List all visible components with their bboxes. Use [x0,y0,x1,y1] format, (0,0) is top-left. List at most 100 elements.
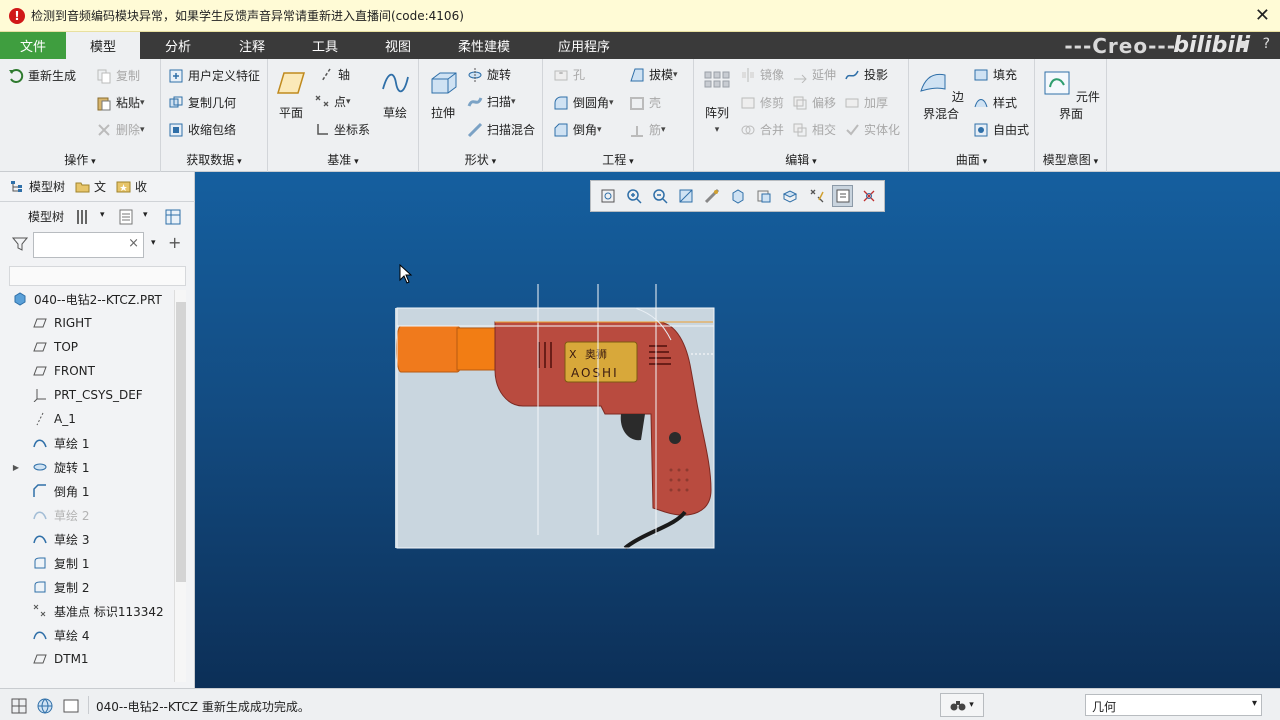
axis-button[interactable]: 轴 [318,66,350,83]
freestyle-button[interactable]: 自由式 [973,121,1029,138]
rib-button[interactable]: 筋 [629,121,666,138]
tree-item[interactable]: 草绘 1 [0,431,175,455]
scrollbar-thumb[interactable] [176,302,186,582]
chamfer-button[interactable]: 倒角 [553,121,602,138]
intersect-button[interactable]: 相交 [792,121,836,138]
tab-favorites[interactable]: 收 [116,178,147,195]
group-title-surfaces[interactable]: 曲面 [909,151,1034,168]
close-icon[interactable]: ✕ [1255,5,1270,26]
tree-item[interactable]: A_1 [0,407,175,431]
tree-item[interactable]: RIGHT [0,311,175,335]
zoom-out-button[interactable] [649,185,671,207]
group-title-operations[interactable]: 操作 [0,151,160,168]
solidify-button[interactable]: 实体化 [844,121,900,138]
grid-icon[interactable] [10,697,28,715]
point-button[interactable]: 点 [314,93,351,110]
trim-button[interactable]: 修剪 [740,94,784,111]
tree-scrollbar[interactable] [174,290,186,682]
sketch-button[interactable]: 草绘 [380,69,410,121]
tree-columns-icon[interactable] [164,208,182,226]
zoom-in-button[interactable] [623,185,645,207]
hole-button[interactable]: 孔 [553,66,585,83]
tree-item[interactable]: 草绘 4 [0,623,175,647]
tab-tools[interactable]: 工具 [288,32,362,59]
filter-icon[interactable] [12,236,28,252]
swept-blend-button[interactable]: 扫描混合 [467,121,535,138]
tree-item[interactable]: ▶ 旋转 1 [0,455,175,479]
regenerate-button[interactable]: 重新生成 [8,67,76,84]
view-manager-button[interactable] [754,185,776,207]
window-icon[interactable] [62,697,80,715]
style-button[interactable]: 样式 [973,94,1017,111]
spin-center-button[interactable] [858,185,880,207]
add-icon[interactable]: + [168,233,181,252]
offset-button[interactable]: 偏移 [792,94,836,111]
tab-file[interactable]: 文件 [0,32,66,59]
shell-button[interactable]: 壳 [629,94,661,111]
group-title-engineering[interactable]: 工程 [543,151,693,168]
selection-filter-button[interactable]: ▾ [940,693,984,717]
component-interface-button[interactable]: 元件界面 [1041,69,1101,122]
tree-item[interactable]: TOP [0,335,175,359]
settings-icon[interactable]: ▪ [1239,36,1249,52]
datum-display-button[interactable] [806,185,828,207]
tree-item[interactable]: 基准点 标识113342 [0,599,175,623]
draft-button[interactable]: 拔模 [629,66,678,83]
refit-button[interactable] [597,185,619,207]
clear-icon[interactable]: × [128,236,139,251]
thicken-button[interactable]: 加厚 [844,94,888,111]
pattern-button[interactable]: 阵列 [702,69,732,135]
tree-item[interactable]: DTM1 [0,647,175,671]
expand-icon[interactable]: ▶ [0,463,32,472]
chevron-down-icon[interactable]: ▾ [151,238,156,248]
tab-applications[interactable]: 应用程序 [534,32,634,59]
browser-icon[interactable] [36,697,54,715]
help-icon[interactable]: ? [1263,36,1270,52]
project-button[interactable]: 投影 [844,66,888,83]
extrude-button[interactable]: 拉伸 [427,69,459,121]
geometry-filter-select[interactable]: 几何 [1085,694,1262,716]
mirror-button[interactable]: 镜像 [740,66,784,83]
sweep-button[interactable]: 扫描 [467,93,516,110]
paste-button[interactable]: 粘贴 [96,94,145,111]
boundary-blend-button[interactable]: 边界混合 [915,69,967,122]
tree-item[interactable]: PRT_CSYS_DEF [0,383,175,407]
tree-item[interactable]: FRONT [0,359,175,383]
annotation-display-button[interactable] [831,185,854,207]
chevron-down-icon[interactable]: ▾ [100,210,105,220]
copy-geometry-button[interactable]: 复制几何 [168,94,236,111]
tree-item[interactable]: 草绘 2 [0,503,175,527]
plane-button[interactable]: 平面 [276,69,306,121]
group-title-get-data[interactable]: 获取数据 [161,151,267,168]
tab-model[interactable]: 模型 [66,32,140,59]
fill-button[interactable]: 填充 [973,66,1017,83]
shrinkwrap-button[interactable]: 收缩包络 [168,121,236,138]
tab-folder-browser[interactable]: 文 [75,178,106,195]
repaint-button[interactable] [675,185,697,207]
tree-item[interactable]: 复制 2 [0,575,175,599]
group-title-model-intent[interactable]: 模型意图 [1035,151,1106,168]
merge-button[interactable]: 合并 [740,121,784,138]
csys-button[interactable]: 坐标系 [314,121,370,138]
settings-icon[interactable] [75,208,91,226]
tree-item[interactable]: 复制 1 [0,551,175,575]
tab-model-tree[interactable]: 模型树 [10,178,65,195]
tree-search-input[interactable]: × [33,232,144,258]
udf-button[interactable]: 用户定义特征 [168,67,260,84]
show-icon[interactable] [118,208,134,226]
tree-item[interactable]: 倒角 1 [0,479,175,503]
tree-item[interactable]: 草绘 3 [0,527,175,551]
tab-analysis[interactable]: 分析 [140,32,216,59]
display-style-button[interactable] [701,185,723,207]
tab-view[interactable]: 视图 [362,32,434,59]
copy-button[interactable]: 复制 [96,67,140,84]
saved-orientations-button[interactable] [727,185,749,207]
group-title-shapes[interactable]: 形状 [419,151,542,168]
extend-button[interactable]: 延伸 [792,66,836,83]
drill-model[interactable]: X 奥狮 AOSHI [395,280,720,552]
round-button[interactable]: 倒圆角 [553,94,614,111]
revolve-button[interactable]: 旋转 [467,66,511,83]
tab-flexible-modeling[interactable]: 柔性建模 [434,32,534,59]
tree-item[interactable]: 040--电钻2--KTCZ.PRT [0,287,175,311]
tab-annotate[interactable]: 注释 [216,32,288,59]
